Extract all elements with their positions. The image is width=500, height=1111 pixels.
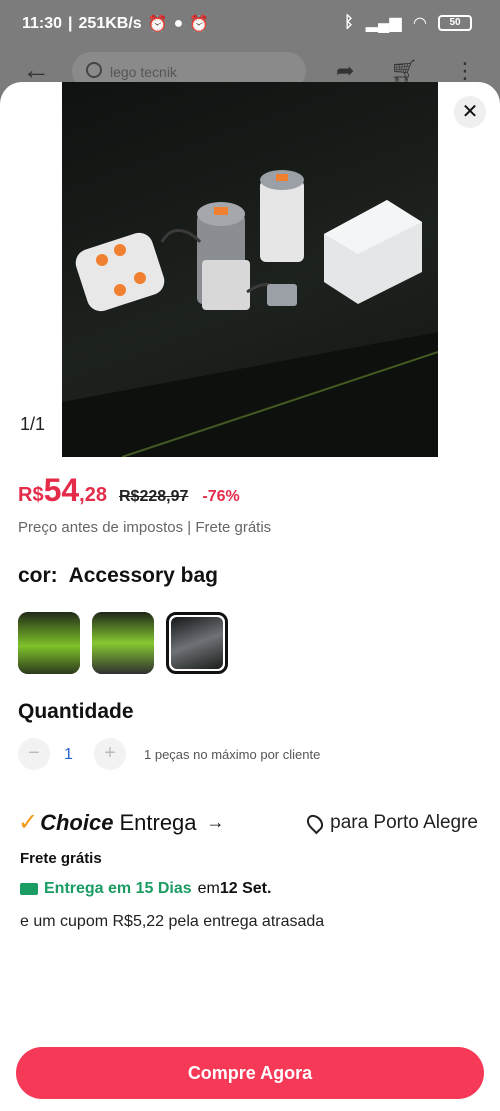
discount-badge: -76% — [202, 488, 240, 505]
search-text: lego tecnik — [110, 64, 177, 80]
increase-button[interactable]: + — [94, 738, 126, 770]
delivery-date: 12 Set. — [219, 880, 272, 897]
price-decimal: ,28 — [79, 484, 107, 506]
color-option-1[interactable] — [18, 612, 80, 674]
price-row: R$ 54 ,28 R$228,97 -76% — [18, 472, 240, 509]
price-integer: 54 — [43, 472, 80, 508]
color-option-2[interactable] — [92, 612, 154, 674]
free-shipping: Frete grátis — [20, 850, 102, 867]
bluetooth-icon: ᛒ — [344, 14, 354, 31]
product-illustration — [62, 170, 438, 457]
wifi-icon: ◠ — [413, 15, 426, 32]
quantity-title: Quantidade — [18, 700, 134, 723]
delivery-estimate: Entrega em 15 Dias em12 Set. — [20, 880, 271, 898]
status-bar: 11:30 | 251KB/s ⏰ ● ⏰ ᛒ ▂▄▆ ◠ 50 — [0, 0, 500, 48]
delivery-label: Entrega — [119, 809, 197, 835]
cart-icon[interactable]: 🛒︎ — [390, 58, 418, 84]
buy-now-button[interactable]: Compre Agora — [16, 1047, 484, 1099]
tax-note: Preço antes de impostos | Frete grátis — [18, 519, 272, 536]
price-currency: R$ — [18, 484, 44, 506]
more-icon[interactable]: ⋮ — [454, 58, 476, 84]
clock: 11:30 — [22, 15, 63, 32]
back-arrow-icon[interactable]: ← — [22, 56, 50, 84]
alarm-icon: ⏰ — [147, 16, 168, 33]
product-image — [62, 82, 438, 457]
quantity-value[interactable]: 1 — [64, 746, 73, 764]
destination-text: para Porto Alegre — [330, 812, 478, 833]
color-label: cor: Accessory bag — [18, 564, 218, 587]
late-delivery-coupon: e um cupom R$5,22 pela entrega atrasada — [20, 913, 325, 930]
choice-brand: Choice — [40, 809, 114, 835]
close-button[interactable]: ✕ — [454, 96, 486, 128]
color-option-3[interactable] — [166, 612, 228, 674]
notification-icon: ● — [173, 15, 184, 32]
check-icon: ✓ — [18, 809, 39, 836]
delivery-days: Entrega em 15 Dias — [44, 880, 192, 897]
arrow-right-icon: → — [206, 812, 225, 832]
destination[interactable]: para Porto Alegre — [303, 811, 478, 835]
network-speed: 251KB/s — [78, 15, 142, 32]
choice-delivery-link[interactable]: ✓ Choice Entrega → — [18, 808, 225, 837]
selected-color: Accessory bag — [68, 564, 218, 587]
image-counter: 1/1 — [20, 414, 46, 434]
truck-icon — [20, 883, 38, 895]
sku-sheet: ✕ 1/1 R$ 54 ,28 R$228,97 -76% Preço ante… — [0, 82, 500, 1111]
alarm-icon: ⏰ — [189, 16, 210, 33]
battery-icon: 50 — [438, 15, 472, 31]
decrease-button[interactable]: − — [18, 738, 50, 770]
location-pin-icon — [303, 811, 327, 835]
signal-icon: ▂▄▆ — [365, 15, 402, 32]
search-icon — [86, 62, 102, 78]
share-icon[interactable]: ➦ — [336, 58, 354, 84]
original-price: R$228,97 — [118, 488, 189, 505]
quantity-note: 1 peças no máximo por cliente — [144, 747, 321, 762]
